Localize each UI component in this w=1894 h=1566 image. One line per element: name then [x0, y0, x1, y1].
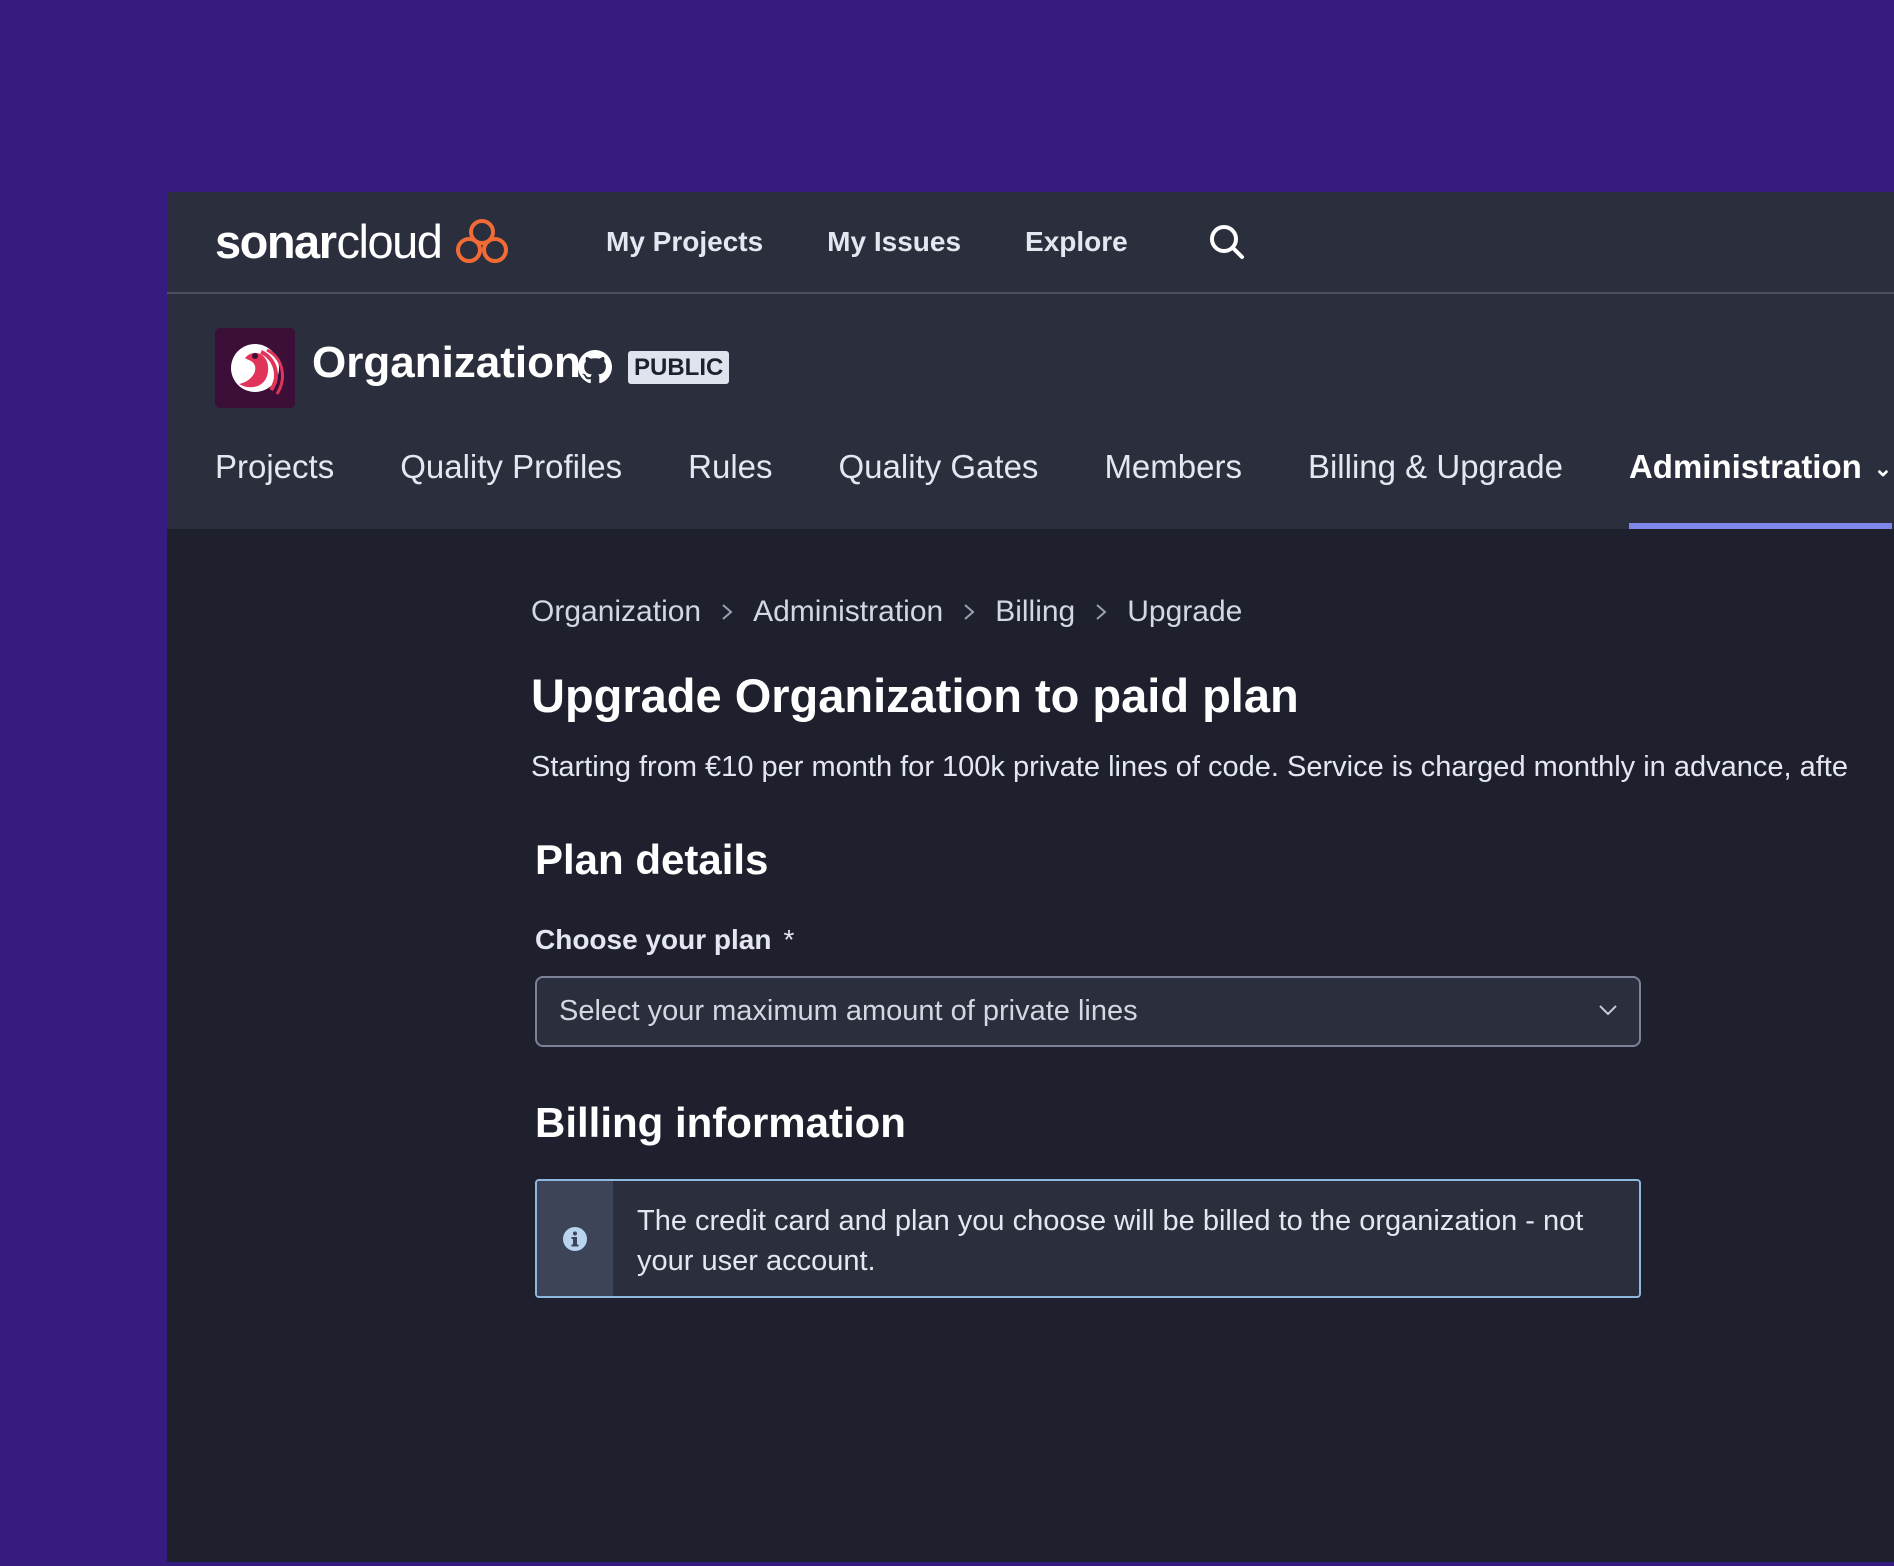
- chevron-right-icon: [1096, 604, 1107, 620]
- breadcrumb-billing[interactable]: Billing: [995, 595, 1075, 629]
- github-icon: [578, 350, 612, 384]
- plan-select-placeholder: Select your maximum amount of private li…: [559, 995, 1138, 1027]
- organization-avatar: [215, 328, 295, 408]
- info-icon-cell: [537, 1181, 613, 1296]
- page-description: Starting from €10 per month for 100k pri…: [531, 751, 1848, 783]
- breadcrumb-administration[interactable]: Administration: [753, 595, 943, 629]
- logo-text-bold: sonar: [215, 214, 337, 268]
- chevron-right-icon: [722, 604, 733, 620]
- chevron-right-icon: [964, 604, 975, 620]
- billing-information-heading: Billing information: [535, 1099, 906, 1146]
- plan-select[interactable]: Select your maximum amount of private li…: [535, 976, 1641, 1047]
- page-title: Upgrade Organization to paid plan: [531, 669, 1299, 722]
- visibility-badge: PUBLIC: [628, 351, 730, 384]
- nav-my-projects[interactable]: My Projects: [606, 226, 763, 258]
- organization-header: Organization PUBLIC Projects Quality Pro…: [167, 294, 1894, 529]
- choose-plan-label: Choose your plan *: [535, 924, 1894, 956]
- top-navbar: sonar cloud My Projects My Issues Explore: [167, 192, 1894, 294]
- sonarcloud-logo[interactable]: sonar cloud: [215, 214, 509, 268]
- app-window: sonar cloud My Projects My Issues Explore: [167, 192, 1894, 1562]
- tab-billing-upgrade[interactable]: Billing & Upgrade: [1308, 439, 1563, 529]
- tab-rules[interactable]: Rules: [688, 439, 772, 529]
- tab-quality-profiles[interactable]: Quality Profiles: [400, 439, 622, 529]
- tab-projects[interactable]: Projects: [215, 439, 334, 529]
- nav-my-issues[interactable]: My Issues: [827, 226, 961, 258]
- chevron-down-icon: [1599, 1005, 1617, 1016]
- tab-members[interactable]: Members: [1104, 439, 1242, 529]
- billing-info-alert: The credit card and plan you choose will…: [535, 1179, 1641, 1298]
- search-icon[interactable]: [1207, 222, 1247, 262]
- organization-tabs: Projects Quality Profiles Rules Quality …: [215, 439, 1893, 529]
- billing-info-text: The credit card and plan you choose will…: [637, 1205, 1584, 1277]
- organization-name: Organization: [312, 338, 581, 387]
- main-content: Organization Administration Billing Upgr…: [531, 592, 1894, 1298]
- required-mark: *: [783, 924, 795, 955]
- breadcrumb: Organization Administration Billing Upgr…: [531, 592, 1894, 632]
- breadcrumb-upgrade: Upgrade: [1127, 595, 1243, 628]
- cloud-logo-icon: [456, 219, 509, 263]
- logo-text-regular: cloud: [336, 214, 443, 268]
- chevron-down-icon: ⌄: [1873, 456, 1893, 482]
- tab-administration-label: Administration: [1628, 448, 1862, 485]
- choose-plan-label-text: Choose your plan: [535, 924, 772, 955]
- nav-explore[interactable]: Explore: [1025, 226, 1128, 258]
- bird-logo-icon: [231, 344, 284, 395]
- info-icon: [563, 1226, 587, 1251]
- breadcrumb-organization[interactable]: Organization: [531, 595, 701, 629]
- top-nav: My Projects My Issues Explore: [606, 192, 1192, 292]
- tab-administration[interactable]: Administration ⌄: [1628, 439, 1893, 529]
- tab-quality-gates[interactable]: Quality Gates: [839, 439, 1039, 529]
- plan-details-heading: Plan details: [535, 836, 769, 883]
